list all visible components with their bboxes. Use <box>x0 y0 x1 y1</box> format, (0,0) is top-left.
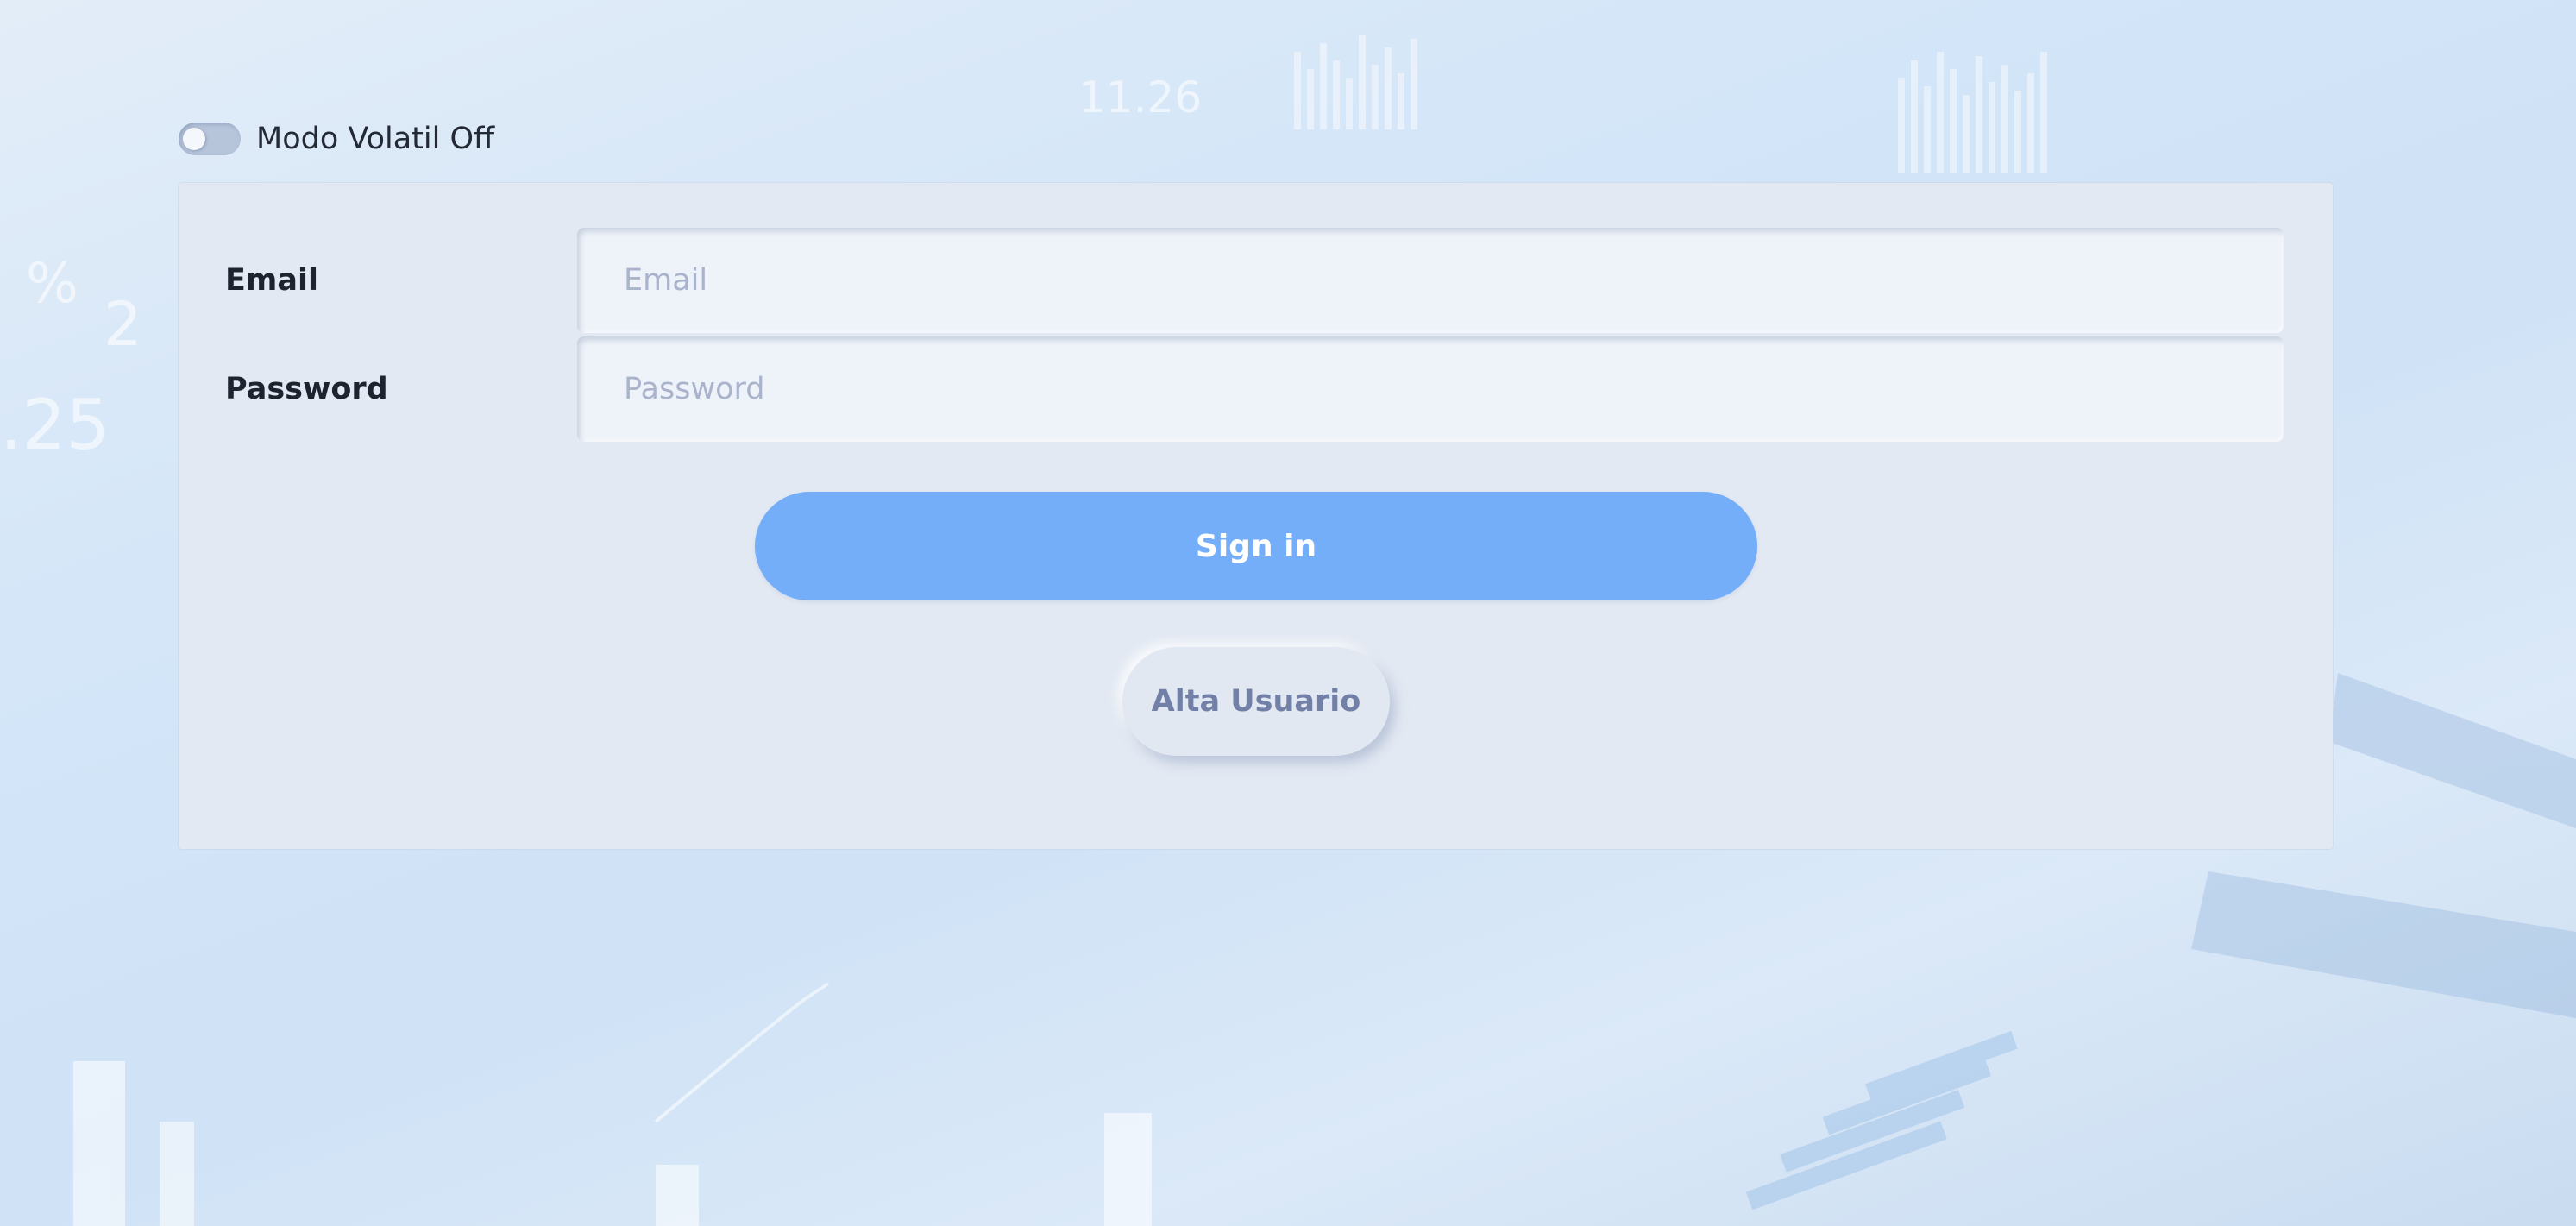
login-card: Email Password Sign in Alta Usuario <box>179 183 2333 849</box>
email-row: Email <box>179 228 2333 333</box>
register-user-button[interactable]: Alta Usuario <box>1122 647 1390 756</box>
sign-in-button[interactable]: Sign in <box>755 492 1757 600</box>
volatile-mode-toggle[interactable] <box>179 123 241 155</box>
svg-text:.25: .25 <box>0 385 110 465</box>
volatile-mode-toggle-row: Modo Volatil Off <box>179 117 494 160</box>
toggle-knob <box>183 128 205 150</box>
svg-text:2: 2 <box>104 289 142 360</box>
password-input[interactable] <box>577 336 2284 442</box>
email-input[interactable] <box>577 228 2284 333</box>
svg-text:%: % <box>26 252 79 316</box>
password-row: Password <box>179 336 2333 442</box>
email-label: Email <box>225 263 318 298</box>
login-page: % 2 .25 11.26 Modo Volatil Off Email Pas… <box>0 0 2576 1226</box>
svg-text:11.26: 11.26 <box>1078 72 1202 123</box>
password-label: Password <box>225 372 388 406</box>
volatile-mode-label: Modo Volatil Off <box>256 122 495 156</box>
